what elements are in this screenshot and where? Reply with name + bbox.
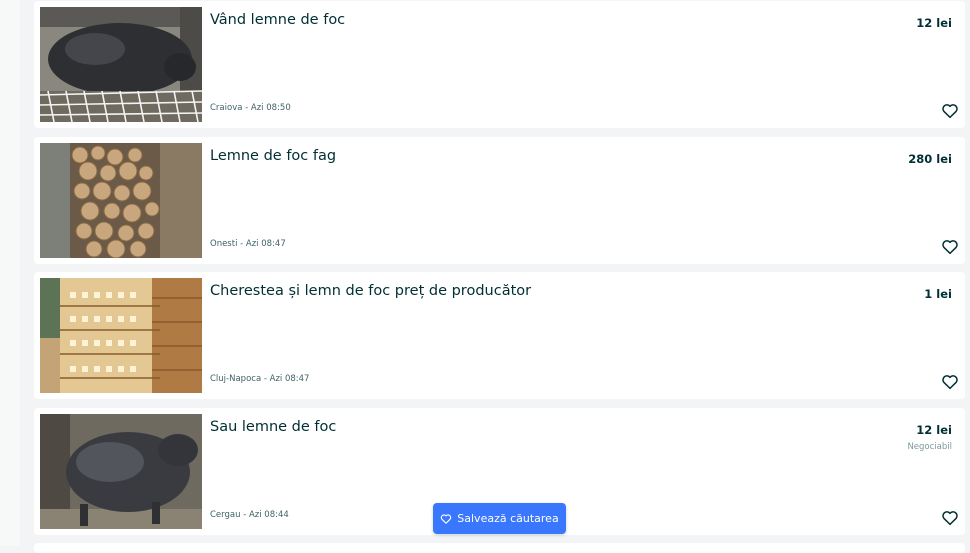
save-search-button[interactable]: Salvează căutarea [433, 503, 566, 534]
listing-price: 12 lei [916, 16, 952, 30]
listing-card[interactable]: Cherestea și lemn de foc preț de producă… [34, 272, 965, 399]
listing-title[interactable]: Lemne de foc fag [210, 148, 336, 164]
listing-location-date: Onesti - Azi 08:47 [210, 239, 286, 249]
listing-thumbnail[interactable] [40, 7, 202, 122]
listing-title[interactable]: Vând lemne de foc [210, 12, 345, 28]
left-rail [0, 0, 20, 546]
listing-title[interactable]: Cherestea și lemn de foc preț de producă… [210, 283, 531, 299]
listing-location-date: Cergau - Azi 08:44 [210, 510, 289, 520]
listing-price: 280 lei [908, 152, 952, 166]
lumber-stacks-photo [40, 278, 202, 393]
listing-card[interactable]: Vând lemne de foc 12 lei Craiova - Azi 0… [34, 1, 965, 128]
save-search-label: Salvează căutarea [457, 512, 559, 525]
listing-thumbnail[interactable] [40, 278, 202, 393]
favorite-heart-icon[interactable] [941, 102, 959, 120]
heart-icon [441, 513, 452, 524]
black-pig-photo [40, 414, 202, 529]
listing-card-partial [34, 543, 965, 553]
listing-negotiable: Negociabil [907, 442, 952, 452]
favorite-heart-icon[interactable] [941, 373, 959, 391]
favorite-heart-icon[interactable] [941, 509, 959, 527]
listing-thumbnail[interactable] [40, 143, 202, 258]
listing-location-date: Craiova - Azi 08:50 [210, 103, 291, 113]
listing-price: 12 lei [916, 423, 952, 437]
listing-price: 1 lei [924, 287, 952, 301]
black-pig-photo [40, 7, 202, 122]
stacked-firewood-photo [40, 143, 202, 258]
listing-card[interactable]: Lemne de foc fag 280 lei Onesti - Azi 08… [34, 137, 965, 264]
favorite-heart-icon[interactable] [941, 238, 959, 256]
listing-thumbnail[interactable] [40, 414, 202, 529]
listing-location-date: Cluj-Napoca - Azi 08:47 [210, 374, 310, 384]
listing-title[interactable]: Sau lemne de foc [210, 419, 336, 435]
